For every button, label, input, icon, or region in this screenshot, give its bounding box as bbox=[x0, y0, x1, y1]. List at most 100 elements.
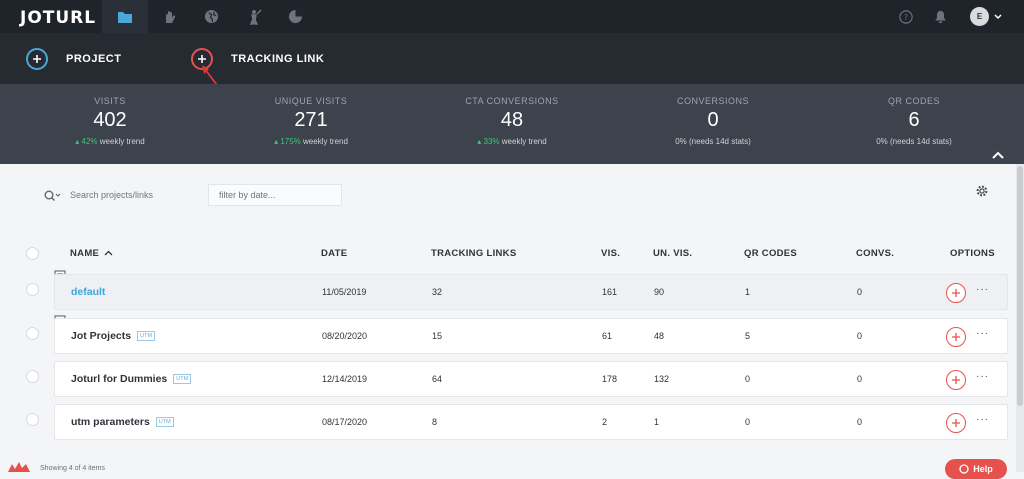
add-link-button[interactable] bbox=[946, 283, 966, 303]
date-filter-input[interactable] bbox=[208, 184, 342, 206]
cell-vis: 2 bbox=[602, 417, 608, 427]
column-header-convs[interactable]: CONVS. bbox=[856, 248, 894, 259]
stat-trend: 0% (needs 14d stats) bbox=[876, 137, 952, 146]
more-options-button[interactable]: ··· bbox=[976, 328, 989, 339]
avatar: E bbox=[970, 7, 989, 26]
question-circle-icon: ? bbox=[899, 9, 913, 24]
cell-vis: 61 bbox=[602, 331, 613, 341]
column-header-un-vis[interactable]: UN. VIS. bbox=[653, 248, 692, 259]
table-row[interactable]: Joturl for Dummies UTM 12/14/2019 64 178 … bbox=[54, 361, 1008, 397]
cell-convs: 0 bbox=[857, 331, 863, 341]
cell-qr-codes: 0 bbox=[745, 374, 751, 384]
trend-percent: 33% bbox=[483, 137, 500, 146]
trend-text: weekly trend bbox=[303, 137, 348, 146]
gear-icon bbox=[976, 185, 988, 197]
tab-projects[interactable] bbox=[102, 0, 148, 33]
cell-date: 08/20/2020 bbox=[322, 331, 368, 341]
more-options-button[interactable]: ··· bbox=[976, 284, 989, 295]
stat-cta-conversions: CTA CONVERSIONS 48 ▴ 33% weekly trend bbox=[412, 96, 612, 146]
add-link-button[interactable] bbox=[946, 327, 966, 347]
scrollbar-thumb[interactable] bbox=[1017, 166, 1023, 406]
select-all-checkbox[interactable] bbox=[26, 247, 39, 260]
help-circle-button[interactable]: ? bbox=[896, 0, 916, 33]
stat-value: 402 bbox=[93, 109, 127, 131]
cell-tracking-links: 15 bbox=[432, 331, 443, 341]
create-project-button[interactable]: PROJECT bbox=[26, 46, 121, 72]
stat-trend: 0% (needs 14d stats) bbox=[675, 137, 751, 146]
project-name-link[interactable]: Joturl for Dummies UTM bbox=[71, 373, 192, 385]
cell-convs: 0 bbox=[857, 374, 863, 384]
cell-date: 11/05/2019 bbox=[322, 287, 367, 297]
column-header-vis[interactable]: VIS. bbox=[601, 248, 620, 259]
tab-globe[interactable] bbox=[188, 0, 234, 33]
tab-hand[interactable] bbox=[146, 0, 192, 33]
column-header-qr-codes[interactable]: QR CODES bbox=[744, 248, 797, 259]
search-input[interactable] bbox=[70, 190, 200, 200]
add-link-button[interactable] bbox=[946, 413, 966, 433]
column-header-tracking-links[interactable]: TRACKING LINKS bbox=[431, 248, 516, 259]
plus-icon bbox=[952, 333, 960, 341]
plus-icon bbox=[952, 419, 960, 427]
project-name-link[interactable]: default bbox=[71, 286, 105, 298]
svg-text:?: ? bbox=[904, 13, 908, 22]
trend-percent: 42% bbox=[81, 137, 98, 146]
table-row[interactable]: Jot Projects UTM 08/20/2020 15 61 48 5 0 … bbox=[54, 318, 1008, 354]
row-checkbox[interactable] bbox=[26, 370, 39, 383]
add-link-button[interactable] bbox=[946, 370, 966, 390]
column-header-options: OPTIONS bbox=[950, 248, 995, 259]
cell-tracking-links: 8 bbox=[432, 417, 438, 427]
hand-icon bbox=[166, 10, 176, 23]
tab-reports[interactable] bbox=[272, 0, 318, 33]
cell-un-vis: 1 bbox=[654, 417, 660, 427]
stat-label: VISITS bbox=[94, 96, 126, 106]
column-header-label: NAME bbox=[70, 248, 100, 259]
cell-tracking-links: 64 bbox=[432, 374, 443, 384]
utm-badge: UTM bbox=[137, 331, 156, 341]
project-name: Joturl for Dummies bbox=[71, 373, 168, 385]
stat-unique-visits: UNIQUE VISITS 271 ▴ 175% weekly trend bbox=[211, 96, 411, 146]
trend-percent: 175% bbox=[280, 137, 301, 146]
notifications-button[interactable] bbox=[930, 0, 950, 33]
help-button[interactable]: Help bbox=[945, 459, 1007, 479]
search-icon[interactable] bbox=[44, 190, 62, 201]
pagination-status: Showing 4 of 4 items bbox=[40, 465, 105, 472]
cell-qr-codes: 5 bbox=[745, 331, 751, 341]
row-checkbox[interactable] bbox=[26, 283, 39, 296]
more-options-button[interactable]: ··· bbox=[976, 371, 989, 382]
row-checkbox[interactable] bbox=[26, 413, 39, 426]
table-header: NAME DATE TRACKING LINKS VIS. UN. VIS. Q… bbox=[0, 244, 1016, 264]
folder-icon bbox=[118, 11, 132, 23]
collapse-stats-button[interactable] bbox=[992, 146, 1004, 164]
create-project-label: PROJECT bbox=[66, 53, 122, 65]
project-name-link[interactable]: Jot Projects UTM bbox=[71, 330, 156, 342]
stat-value: 48 bbox=[500, 109, 524, 131]
cell-un-vis: 90 bbox=[654, 287, 665, 297]
column-header-name[interactable]: NAME bbox=[70, 248, 113, 259]
cell-tracking-links: 32 bbox=[432, 287, 443, 297]
settings-button[interactable] bbox=[975, 184, 989, 203]
cell-un-vis: 132 bbox=[654, 374, 670, 384]
plus-icon bbox=[26, 48, 48, 70]
user-menu[interactable]: E bbox=[968, 0, 1004, 33]
cell-vis: 178 bbox=[602, 374, 618, 384]
column-header-date[interactable]: DATE bbox=[321, 248, 347, 259]
stat-value: 271 bbox=[294, 109, 328, 131]
row-checkbox[interactable] bbox=[26, 327, 39, 340]
search-bar bbox=[44, 185, 200, 205]
logo[interactable]: JOTURL bbox=[20, 8, 96, 28]
stat-trend: ▴ 33% weekly trend bbox=[477, 137, 547, 146]
project-name-link[interactable]: utm parameters UTM bbox=[71, 416, 174, 428]
cell-date: 08/17/2020 bbox=[322, 417, 368, 427]
table-row[interactable]: default 11/05/2019 32 161 90 1 0 ··· bbox=[54, 274, 1008, 310]
sort-asc-icon bbox=[104, 250, 113, 256]
stats-band: VISITS 402 ▴ 42% weekly trend UNIQUE VIS… bbox=[0, 84, 1024, 164]
stat-trend: ▴ 175% weekly trend bbox=[274, 137, 348, 146]
cell-qr-codes: 0 bbox=[745, 417, 751, 427]
chevron-down-icon bbox=[994, 13, 1002, 19]
table-row[interactable]: utm parameters UTM 08/17/2020 8 2 1 0 0 ·… bbox=[54, 404, 1008, 440]
cell-convs: 0 bbox=[857, 287, 863, 297]
stat-conversions: CONVERSIONS 0 0% (needs 14d stats) bbox=[613, 96, 813, 146]
globe-icon bbox=[204, 9, 218, 24]
plus-icon bbox=[952, 376, 960, 384]
more-options-button[interactable]: ··· bbox=[976, 414, 989, 425]
